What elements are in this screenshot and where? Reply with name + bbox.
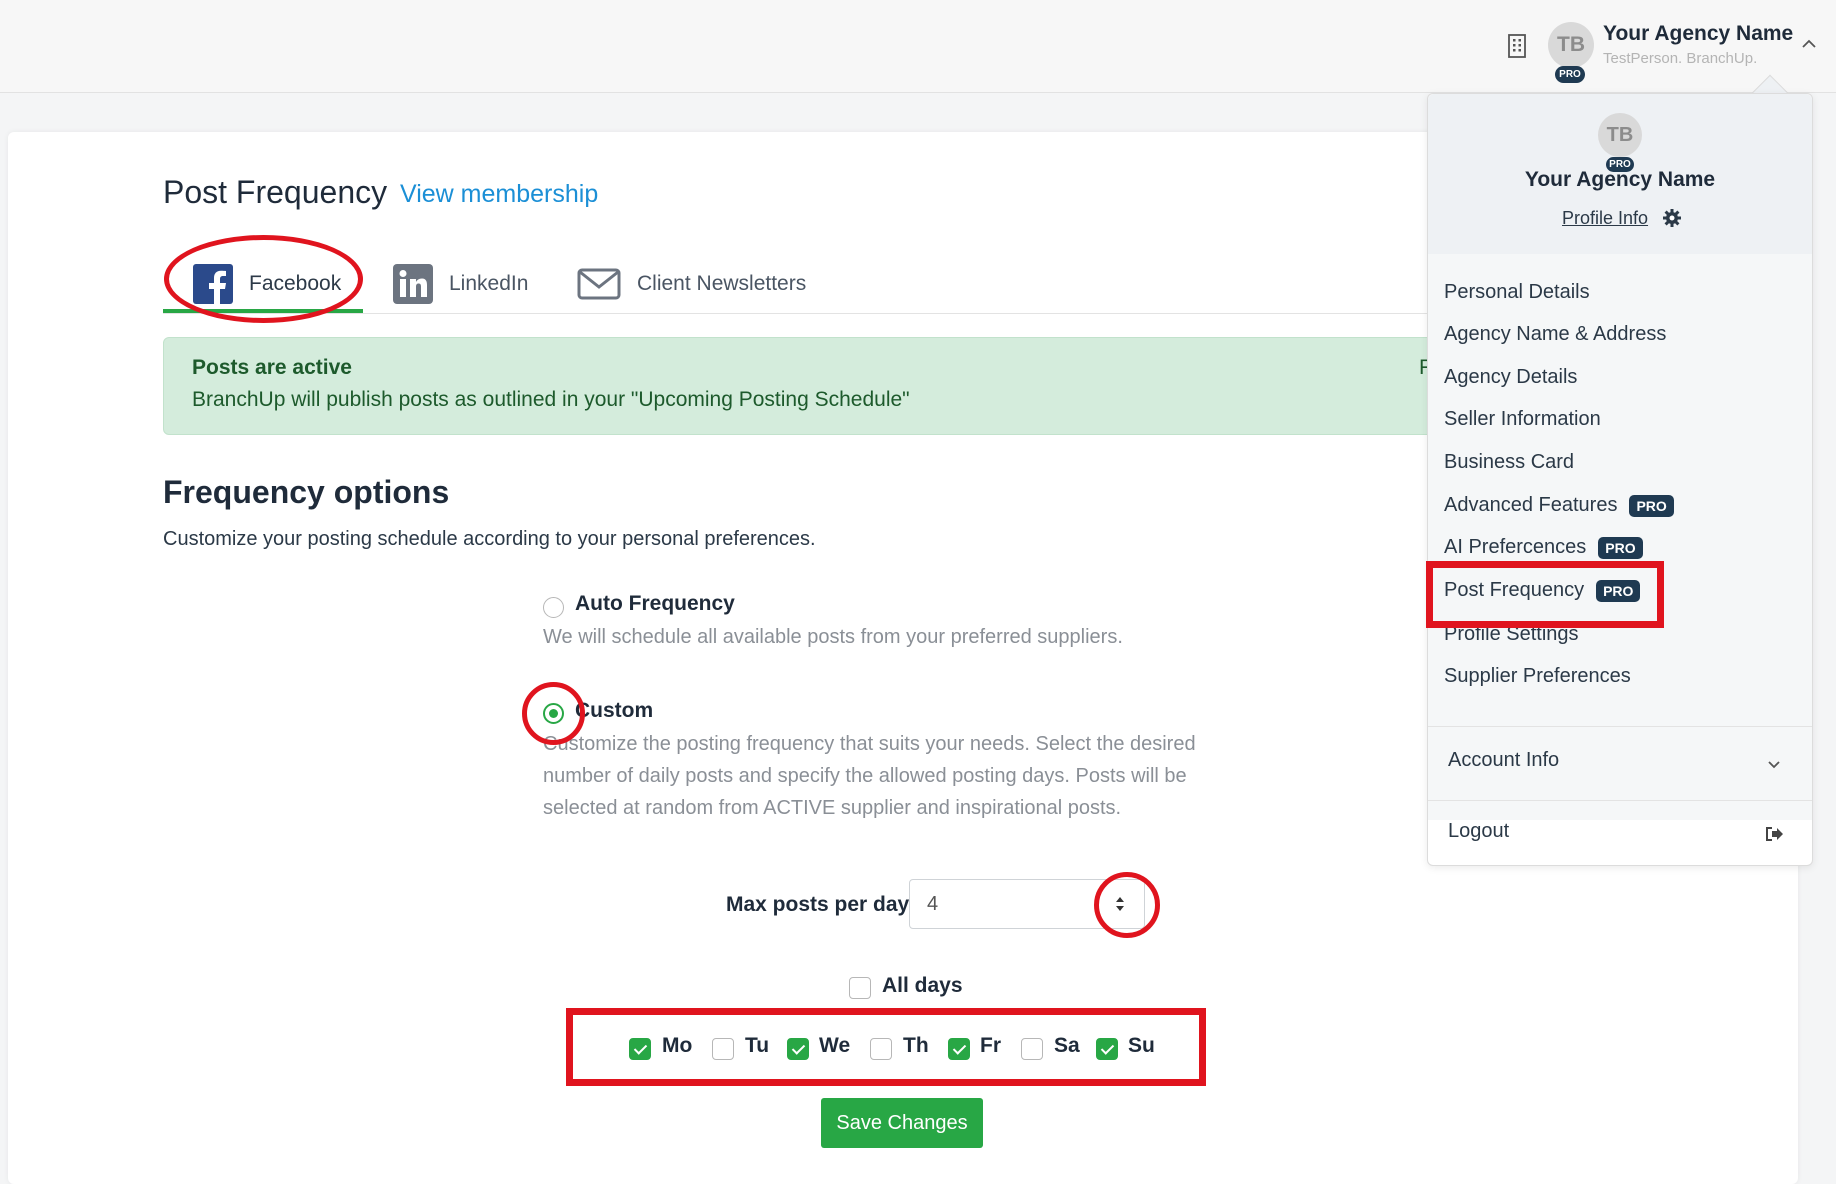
divider	[1428, 800, 1812, 801]
annotation-box-day-checkboxes	[566, 1008, 1206, 1086]
avatar[interactable]: TB	[1548, 22, 1594, 68]
tab-label: Client Newsletters	[637, 272, 807, 295]
tab-client-newsletters[interactable]: Client Newsletters	[577, 256, 806, 312]
dropdown-agency-name: Your Agency Name	[1524, 168, 1716, 191]
pro-badge: PRO	[1598, 536, 1643, 559]
custom-frequency-label[interactable]: Custom	[575, 699, 653, 723]
tab-linkedin[interactable]: LinkedIn	[393, 256, 528, 312]
menu-item-agency-name-address[interactable]: Agency Name & Address	[1444, 323, 1666, 346]
all-days-checkbox[interactable]	[849, 977, 871, 999]
menu-item-supplier-preferences[interactable]: Supplier Preferences	[1444, 665, 1631, 688]
menu-item-label: Supplier Preferences	[1444, 665, 1631, 687]
menu-item-seller-information[interactable]: Seller Information	[1444, 408, 1601, 431]
profile-dropdown: TB PRO Your Agency Name Profile Info Per…	[1427, 93, 1813, 866]
menu-item-label: Agency Name & Address	[1444, 323, 1667, 345]
menu-item-label: Advanced Features	[1444, 494, 1618, 516]
annotation-circle-custom-radio	[522, 682, 585, 745]
menu-item-advanced-features[interactable]: Advanced Features PRO	[1444, 494, 1674, 517]
section-title: Frequency options	[163, 474, 450, 510]
chevron-down-icon[interactable]	[1764, 754, 1784, 774]
save-changes-button[interactable]: Save Changes	[821, 1098, 983, 1148]
menu-item-label: Seller Information	[1444, 408, 1601, 430]
alert-title: Posts are active	[192, 356, 352, 379]
all-days-label[interactable]: All days	[882, 974, 963, 998]
account-info-toggle[interactable]: Account Info	[1448, 749, 1559, 772]
menu-item-label: Business Card	[1444, 451, 1575, 473]
pro-badge: PRO	[1629, 494, 1674, 517]
annotation-circle-facebook-tab	[164, 235, 363, 323]
custom-frequency-description: Customize the posting frequency that sui…	[543, 733, 1196, 819]
agency-subtext: TestPerson. BranchUp.	[1603, 50, 1758, 67]
dropdown-header: TB PRO Your Agency Name Profile Info	[1428, 94, 1812, 254]
pro-badge: PRO	[1555, 66, 1585, 83]
max-posts-label: Max posts per day	[726, 893, 910, 916]
menu-item-label: Agency Details	[1444, 366, 1578, 388]
menu-item-label: Personal Details	[1444, 281, 1590, 303]
menu-item-label: AI Prefercences	[1444, 536, 1587, 558]
view-membership-link[interactable]: View membership	[400, 180, 598, 209]
menu-item-agency-details[interactable]: Agency Details	[1444, 366, 1577, 389]
menu-item-personal-details[interactable]: Personal Details	[1444, 281, 1590, 304]
auto-frequency-description: We will schedule all available posts fro…	[543, 626, 1123, 648]
gear-icon[interactable]	[1662, 208, 1682, 228]
alert-text: BranchUp will publish posts as outlined …	[192, 388, 910, 411]
page-title: Post Frequency	[163, 174, 388, 210]
chevron-up-icon[interactable]	[1799, 34, 1819, 54]
tab-label: LinkedIn	[449, 272, 529, 295]
building-icon[interactable]	[1505, 33, 1529, 59]
annotation-circle-stepper	[1094, 872, 1160, 938]
dropdown-avatar: TB	[1598, 113, 1642, 157]
logout-button[interactable]: Logout	[1448, 820, 1509, 843]
annotation-box-post-frequency-menu	[1426, 561, 1664, 628]
section-subtitle: Customize your posting schedule accordin…	[163, 528, 816, 550]
logout-icon[interactable]	[1764, 824, 1784, 844]
status-alert: Posts are active BranchUp will publish p…	[163, 337, 1432, 435]
tabs-divider	[163, 313, 1428, 314]
menu-item-ai-preferences[interactable]: AI Prefercences PRO	[1444, 536, 1643, 559]
top-bar: TB PRO Your Agency Name TestPerson. Bran…	[0, 0, 1836, 93]
mail-icon	[577, 268, 621, 300]
menu-item-business-card[interactable]: Business Card	[1444, 451, 1574, 474]
profile-info-link[interactable]: Profile Info	[1562, 208, 1648, 229]
auto-frequency-label[interactable]: Auto Frequency	[575, 592, 735, 616]
linkedin-icon	[393, 264, 433, 304]
agency-name[interactable]: Your Agency Name	[1603, 22, 1793, 46]
divider	[1428, 726, 1812, 727]
auto-frequency-radio[interactable]	[543, 597, 564, 618]
